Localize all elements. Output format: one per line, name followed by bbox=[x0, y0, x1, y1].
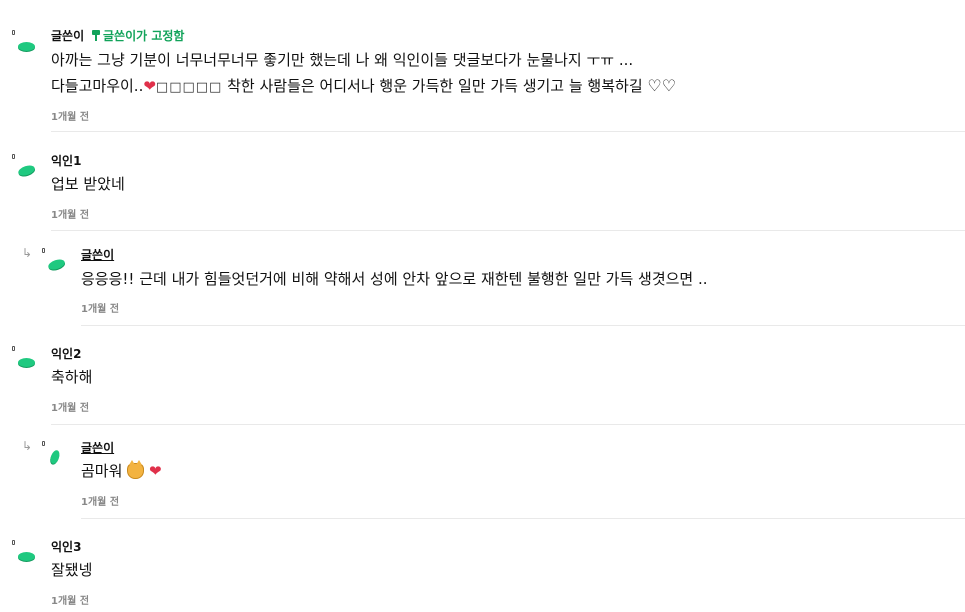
comment-author[interactable]: 익인3 bbox=[51, 538, 81, 555]
avatar[interactable] bbox=[12, 540, 36, 570]
comment-item: 익인3 잘됐넹 1개월 전 bbox=[0, 0, 965, 612]
comment-text: 잘됐넹 bbox=[51, 561, 93, 579]
avatar-badge-icon bbox=[12, 540, 15, 545]
avatar-icon bbox=[18, 552, 35, 561]
comment-time: 1개월 전 bbox=[51, 596, 90, 607]
